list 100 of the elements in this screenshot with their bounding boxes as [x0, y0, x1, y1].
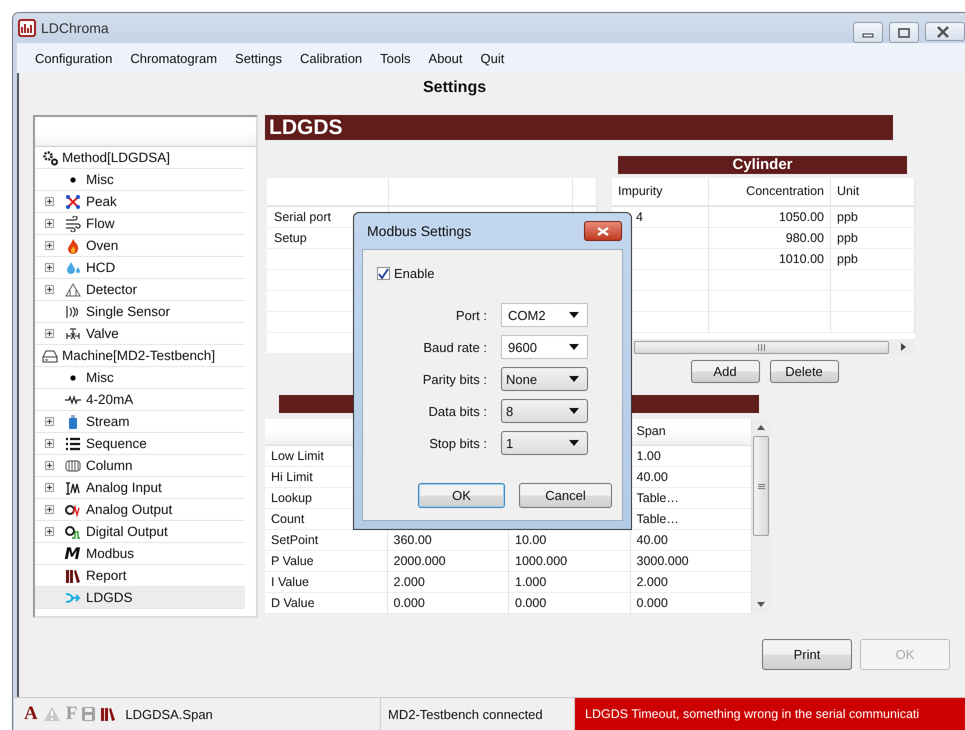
expand-icon [44, 505, 54, 514]
tree-item[interactable]: Method[LDGDSA] [35, 147, 245, 169]
expand-icon [44, 197, 54, 206]
table-cell: 40.00 [636, 470, 668, 484]
section-title: LDGDS [265, 115, 893, 140]
tree-item[interactable]: Machine[MD2-Testbench] [35, 345, 245, 367]
tree-item[interactable]: Analog Output [35, 499, 245, 521]
menu-item[interactable]: Quit [472, 50, 514, 66]
grip-icon [758, 482, 764, 490]
table-cell: 4 [636, 210, 643, 224]
tree-item[interactable]: Single Sensor [35, 301, 245, 323]
dropdown[interactable]: 8 [501, 399, 588, 423]
letter-icon: A [24, 703, 38, 725]
dialog-button[interactable]: Cancel [519, 483, 612, 508]
table-button[interactable]: Delete [770, 360, 838, 383]
table-cell: P Value [271, 554, 314, 568]
drive-icon [42, 348, 58, 364]
right-arrow-icon [901, 343, 906, 351]
table-button[interactable]: Add [690, 360, 760, 383]
dropdown[interactable]: None [501, 367, 588, 391]
close-button[interactable] [584, 221, 622, 241]
checkbox-label: Enable [394, 266, 434, 281]
dropdown[interactable]: 1 [501, 431, 588, 455]
table-cell: Table… [636, 491, 679, 505]
gears-icon [42, 150, 58, 166]
table-cell: D Value [271, 596, 315, 610]
tree-item[interactable]: Oven [35, 235, 245, 257]
tree-item[interactable]: M Modbus [35, 543, 245, 565]
dropdown[interactable]: COM2 [501, 303, 588, 327]
dialog-button[interactable]: Print [762, 639, 852, 670]
dropdown[interactable]: 9600 [501, 335, 588, 359]
table-cell: ppb [837, 231, 858, 245]
dropdown-value: 9600 [508, 340, 537, 354]
tree-item[interactable]: Sequence [35, 433, 245, 455]
tree-item[interactable]: 4-20mA [35, 389, 245, 411]
menu-item[interactable]: Tools [371, 50, 420, 66]
molecule-icon [64, 194, 80, 210]
expand-icon [44, 329, 54, 338]
table-cell: 10.00 [515, 533, 546, 547]
square-wave-icon [64, 524, 80, 540]
table-cell: 0.000 [394, 596, 425, 610]
table-cell: Setup [274, 231, 307, 245]
expand-icon [44, 527, 54, 536]
table-cell: Hi Limit [271, 470, 313, 484]
expand-icon [44, 263, 54, 272]
column-header[interactable]: Concentration [709, 178, 831, 206]
tree-item[interactable]: Misc [35, 367, 245, 389]
books-icon [64, 568, 80, 584]
table-cell: 1000.000 [515, 554, 568, 568]
tree-item[interactable]: Stream [35, 411, 245, 433]
menu-item[interactable]: Chromatogram [121, 50, 226, 66]
scrollbar-thumb[interactable] [753, 436, 769, 536]
menu-item[interactable]: Settings [226, 50, 292, 66]
tree-item[interactable]: Detector [35, 279, 245, 301]
tree-item[interactable]: Misc [35, 169, 245, 191]
table-cell: 980.00 [786, 231, 824, 245]
column-header[interactable]: Impurity [612, 178, 709, 206]
checkbox[interactable] [377, 267, 390, 280]
menu-item[interactable]: Calibration [291, 50, 372, 66]
maximize-button[interactable] [889, 22, 919, 43]
expand-icon [44, 461, 54, 470]
tree-item[interactable]: Peak [35, 191, 245, 213]
field-label: Baud rate : [422, 340, 487, 354]
error-message: LDGDS Timeout, something wrong in the serial communicati [575, 698, 965, 730]
column-header[interactable] [573, 178, 597, 206]
tree-item[interactable]: Valve [35, 323, 245, 345]
wind-icon [64, 216, 80, 232]
valve-icon [64, 326, 80, 342]
caret-icon [569, 408, 579, 414]
close-button[interactable] [925, 22, 965, 41]
dialog-button[interactable]: OK [418, 483, 505, 508]
dropdown-value: 8 [506, 404, 514, 418]
tree-item[interactable]: LDGDS [35, 587, 245, 609]
expand-icon [44, 417, 54, 426]
menu-item[interactable]: Configuration [26, 50, 122, 66]
scrollbar-thumb[interactable] [634, 340, 889, 354]
table-cell: ppb [837, 252, 858, 266]
enable-checkbox[interactable]: Enable [377, 266, 622, 281]
table-cell: 40.00 [636, 533, 668, 547]
app-icon [18, 19, 36, 37]
check-icon [378, 268, 389, 279]
tree-item[interactable]: Column [35, 455, 245, 477]
tree-item[interactable]: Flow [35, 213, 245, 235]
tree-item[interactable]: Analog Input [35, 477, 245, 499]
table-cell: 1010.00 [778, 252, 824, 266]
table-cell: 1.000 [515, 575, 546, 589]
wave-icon [64, 480, 80, 496]
waves-icon [64, 304, 80, 320]
tree-item[interactable]: HCD [35, 257, 245, 279]
column-header[interactable]: Unit [831, 178, 915, 206]
field-label: Parity bits : [422, 372, 487, 386]
field-label: Port : [454, 308, 487, 322]
field-label: Data bits : [427, 404, 487, 418]
minimize-button[interactable] [853, 22, 883, 43]
down-arrow-icon [757, 602, 765, 607]
caret-icon [569, 376, 579, 382]
menu-item[interactable]: About [420, 50, 472, 66]
table-cell: Lookup [271, 491, 312, 505]
field-label: Stop bits : [428, 436, 487, 450]
tree-item[interactable]: Digital Output [35, 521, 245, 543]
